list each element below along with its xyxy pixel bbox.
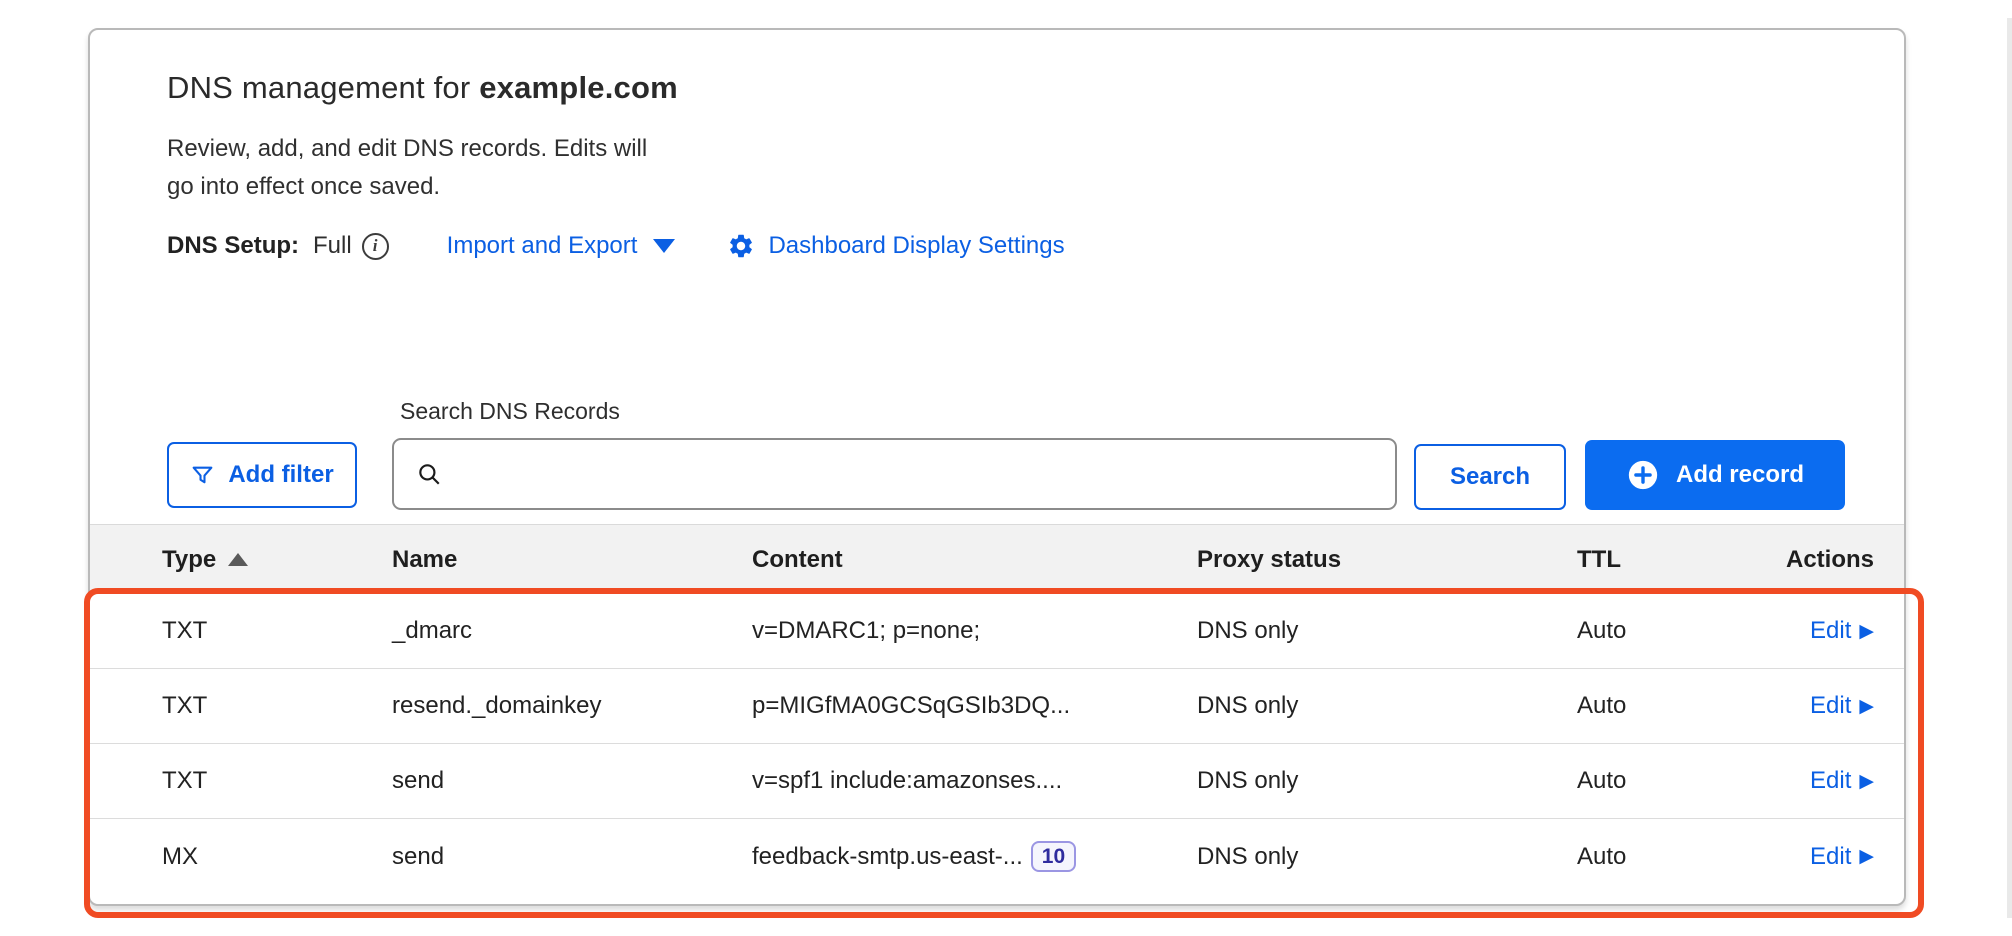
cell-content: p=MIGfMA0GCSqGSIb3DQ... bbox=[752, 692, 1197, 720]
add-record-label: Add record bbox=[1676, 461, 1804, 489]
cell-type: TXT bbox=[162, 617, 392, 645]
column-header-name[interactable]: Name bbox=[392, 546, 752, 574]
cell-content: v=DMARC1; p=none; bbox=[752, 617, 1197, 645]
page-title-prefix: DNS management for bbox=[167, 70, 479, 105]
column-header-actions: Actions bbox=[1767, 546, 1874, 574]
page-description-line1: Review, add, and edit DNS records. Edits… bbox=[167, 130, 827, 168]
cell-proxy-status: DNS only bbox=[1197, 692, 1577, 720]
search-button-label: Search bbox=[1450, 463, 1530, 491]
page-title-domain: example.com bbox=[479, 70, 678, 105]
page-description: Review, add, and edit DNS records. Edits… bbox=[167, 130, 827, 206]
search-button[interactable]: Search bbox=[1414, 444, 1566, 510]
cell-name: resend._domainkey bbox=[392, 692, 752, 720]
dns-records-table: TXT _dmarc v=DMARC1; p=none; DNS only Au… bbox=[90, 594, 1904, 894]
chevron-down-icon bbox=[653, 239, 675, 253]
cell-type: TXT bbox=[162, 692, 392, 720]
page-title: DNS management for example.com bbox=[167, 70, 1844, 106]
cell-ttl: Auto bbox=[1577, 843, 1767, 871]
cell-name: _dmarc bbox=[392, 617, 752, 645]
dns-setup-label: DNS Setup: bbox=[167, 232, 299, 260]
chevron-right-icon: ▶ bbox=[1859, 697, 1874, 716]
add-filter-label: Add filter bbox=[228, 461, 333, 489]
cell-type: MX bbox=[162, 843, 392, 871]
dns-management-card: DNS management for example.com Review, a… bbox=[88, 28, 1906, 906]
cell-type: TXT bbox=[162, 767, 392, 795]
search-input[interactable] bbox=[456, 460, 1395, 488]
cell-content-text: feedback-smtp.us-east-... bbox=[752, 843, 1023, 871]
viewport-edge-strip bbox=[2007, 18, 2012, 918]
column-header-type-label: Type bbox=[162, 546, 216, 574]
info-icon[interactable]: i bbox=[362, 233, 389, 260]
edit-record-button[interactable]: Edit ▶ bbox=[1810, 692, 1874, 720]
table-row: TXT _dmarc v=DMARC1; p=none; DNS only Au… bbox=[90, 594, 1904, 669]
edit-label: Edit bbox=[1810, 843, 1851, 871]
dashboard-display-settings-label: Dashboard Display Settings bbox=[768, 232, 1064, 260]
search-field-label: Search DNS Records bbox=[400, 398, 620, 425]
import-export-dropdown[interactable]: Import and Export bbox=[447, 232, 676, 260]
dns-setup-row: DNS Setup: Full i Import and Export Dash… bbox=[167, 232, 1844, 260]
table-row: MX send feedback-smtp.us-east-... 10 DNS… bbox=[90, 819, 1904, 894]
plus-circle-icon bbox=[1626, 458, 1660, 492]
column-header-content[interactable]: Content bbox=[752, 546, 1197, 574]
edit-record-button[interactable]: Edit ▶ bbox=[1810, 767, 1874, 795]
chevron-right-icon: ▶ bbox=[1859, 772, 1874, 791]
mx-priority-badge: 10 bbox=[1031, 841, 1076, 872]
cell-content: feedback-smtp.us-east-... 10 bbox=[752, 841, 1197, 872]
edit-record-button[interactable]: Edit ▶ bbox=[1810, 617, 1874, 645]
table-header-row: Type Name Content Proxy status TTL Actio… bbox=[90, 524, 1904, 594]
cell-proxy-status: DNS only bbox=[1197, 767, 1577, 795]
edit-label: Edit bbox=[1810, 692, 1851, 720]
cell-ttl: Auto bbox=[1577, 692, 1767, 720]
table-row: TXT send v=spf1 include:amazonses.... DN… bbox=[90, 744, 1904, 819]
dashboard-display-settings-link[interactable]: Dashboard Display Settings bbox=[727, 232, 1064, 260]
chevron-right-icon: ▶ bbox=[1859, 622, 1874, 641]
cell-proxy-status: DNS only bbox=[1197, 617, 1577, 645]
sort-ascending-icon bbox=[228, 553, 248, 566]
cell-name: send bbox=[392, 843, 752, 871]
add-record-button[interactable]: Add record bbox=[1585, 440, 1845, 510]
column-header-ttl[interactable]: TTL bbox=[1577, 546, 1767, 574]
gear-icon bbox=[727, 232, 755, 260]
edit-label: Edit bbox=[1810, 617, 1851, 645]
column-header-type[interactable]: Type bbox=[162, 546, 392, 574]
column-header-proxy-status[interactable]: Proxy status bbox=[1197, 546, 1577, 574]
page-description-line2: go into effect once saved. bbox=[167, 168, 827, 206]
cell-ttl: Auto bbox=[1577, 767, 1767, 795]
edit-record-button[interactable]: Edit ▶ bbox=[1810, 843, 1874, 871]
search-box bbox=[392, 438, 1397, 510]
cell-proxy-status: DNS only bbox=[1197, 843, 1577, 871]
search-icon bbox=[416, 461, 442, 487]
cell-name: send bbox=[392, 767, 752, 795]
edit-label: Edit bbox=[1810, 767, 1851, 795]
table-row: TXT resend._domainkey p=MIGfMA0GCSqGSIb3… bbox=[90, 669, 1904, 744]
filter-icon bbox=[190, 463, 215, 488]
dns-setup-value: Full bbox=[313, 232, 352, 260]
cell-content: v=spf1 include:amazonses.... bbox=[752, 767, 1197, 795]
import-export-label: Import and Export bbox=[447, 232, 638, 260]
chevron-right-icon: ▶ bbox=[1859, 847, 1874, 866]
cell-ttl: Auto bbox=[1577, 617, 1767, 645]
add-filter-button[interactable]: Add filter bbox=[167, 442, 357, 508]
records-toolbar: Search DNS Records Add filter Search Add… bbox=[90, 390, 1904, 520]
